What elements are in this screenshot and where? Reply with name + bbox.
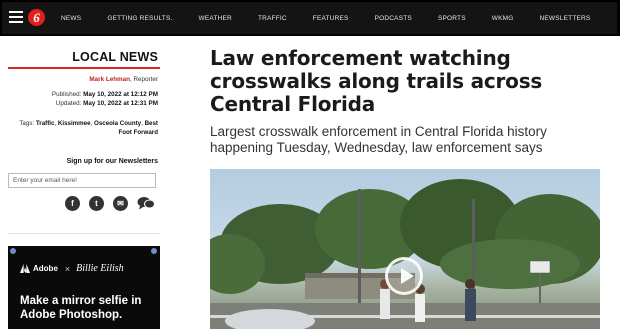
section-title[interactable]: LOCAL NEWS — [72, 50, 158, 64]
newsletter-label: Sign up for our Newsletters — [66, 158, 158, 165]
ad-separator: × — [64, 263, 71, 274]
tag-kissimmee[interactable]: Kissimmee — [58, 120, 91, 127]
video-player[interactable] — [210, 169, 600, 329]
tag-traffic[interactable]: Traffic — [36, 120, 55, 127]
ad-brand-row: Adobe × Billie Eilish — [20, 263, 124, 274]
author-name-link[interactable]: Mark Lehman — [89, 76, 130, 83]
play-icon[interactable] — [385, 257, 423, 295]
nav-item-weather[interactable]: WEATHER — [199, 15, 232, 22]
ad-headline: Make a mirror selfie in Adobe Photoshop. — [20, 295, 142, 321]
article-sidebar: LOCAL NEWS Mark Lehman, Reporter Publish… — [8, 36, 160, 329]
updated-label: Updated: — [55, 100, 82, 107]
nav-menu: NEWS GETTING RESULTS. WEATHER TRAFFIC FE… — [61, 0, 616, 36]
section-divider — [8, 67, 160, 69]
tag-list: Tags: Traffic, Kissimmee, Osceola County… — [19, 120, 158, 136]
nav-item-newsletters[interactable]: NEWSLETTERS — [540, 15, 591, 22]
author-byline: Mark Lehman, Reporter — [89, 76, 158, 83]
tag-osceola-county[interactable]: Osceola County — [94, 120, 141, 127]
comments-icon-glyph — [137, 197, 155, 210]
nav-item-features[interactable]: FEATURES — [313, 15, 349, 22]
nav-item-podcasts[interactable]: PODCASTS — [375, 15, 412, 22]
newsletter-email-input[interactable] — [8, 173, 156, 188]
nav-item-getting-results[interactable]: GETTING RESULTS. — [107, 15, 172, 22]
ad-brand-name: Adobe — [33, 264, 58, 273]
sidebar-divider — [8, 233, 160, 234]
twitter-share-icon[interactable]: t — [89, 196, 104, 211]
author-role: , Reporter — [130, 76, 158, 83]
updated-value: May 10, 2022 at 12:31 PM — [83, 100, 158, 107]
email-share-icon[interactable]: ✉ — [113, 196, 128, 211]
tags-label: Tags: — [19, 120, 35, 127]
comments-icon[interactable] — [137, 196, 155, 211]
news-6-logo[interactable]: 6 — [28, 9, 45, 26]
hamburger-icon[interactable] — [9, 11, 23, 23]
ad-info-icon[interactable] — [10, 248, 16, 254]
nav-item-news[interactable]: NEWS — [61, 15, 81, 22]
top-nav-bar: 6 NEWS GETTING RESULTS. WEATHER TRAFFIC … — [0, 0, 620, 36]
published-label: Published: — [51, 91, 82, 98]
nav-item-sports[interactable]: SPORTS — [438, 15, 466, 22]
published-date: Published: May 10, 2022 at 12:12 PM — [52, 91, 158, 98]
nav-item-wkmg[interactable]: WKMG — [492, 15, 514, 22]
updated-date: Updated: May 10, 2022 at 12:31 PM — [56, 100, 158, 107]
ad-collab-signature: Billie Eilish — [76, 263, 124, 274]
advertisement[interactable]: Adobe × Billie Eilish Make a mirror self… — [8, 246, 160, 329]
article-headline: Law enforcement watching crosswalks alon… — [210, 46, 543, 116]
video-thumbnail — [210, 179, 600, 329]
adobe-logo-icon — [20, 264, 30, 273]
article-subheadline: Largest crosswalk enforcement in Central… — [210, 124, 547, 155]
nav-item-traffic[interactable]: TRAFFIC — [258, 15, 287, 22]
ad-choices-icon[interactable] — [151, 248, 157, 254]
published-value: May 10, 2022 at 12:12 PM — [83, 91, 158, 98]
share-buttons: f t ✉ — [65, 196, 155, 211]
facebook-share-icon[interactable]: f — [65, 196, 80, 211]
